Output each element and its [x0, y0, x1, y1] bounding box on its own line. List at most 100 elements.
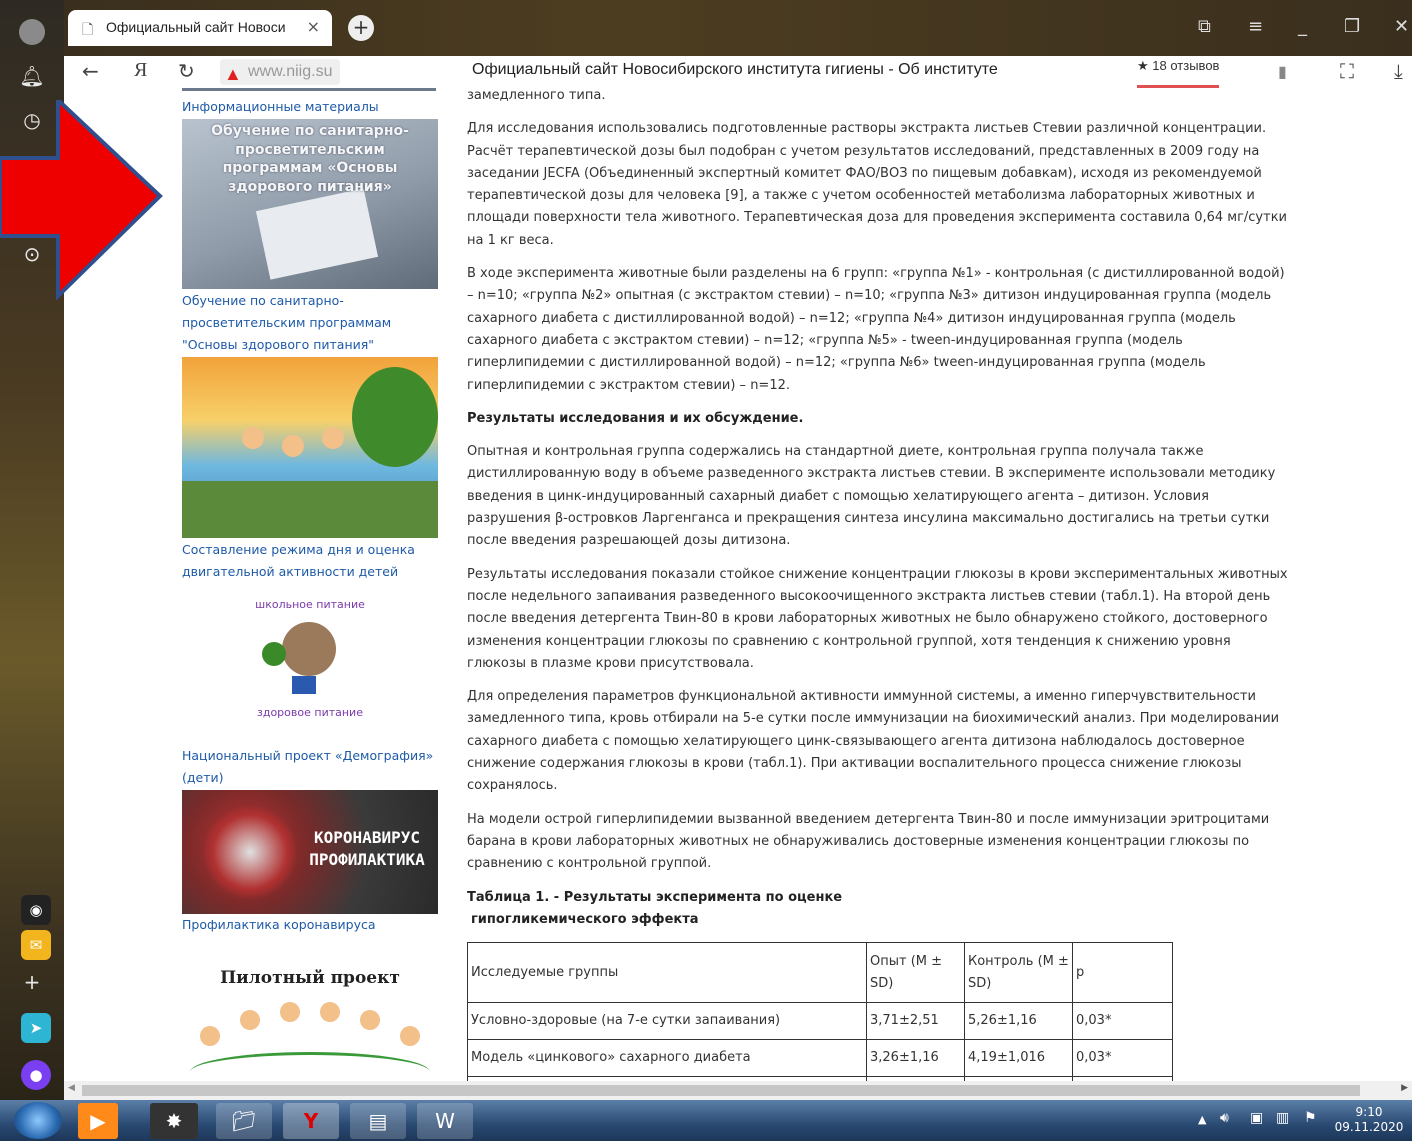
table-caption: Таблица 1. - Результаты эксперимента по …: [467, 887, 1293, 932]
profile-avatar-icon[interactable]: [16, 16, 48, 48]
table-cell: Модель «цинкового» сахарного диабета: [467, 1039, 867, 1078]
yandex-browser-icon[interactable]: Y: [283, 1103, 339, 1139]
back-arrow-icon[interactable]: ←: [82, 59, 99, 83]
demography-project-link[interactable]: Национальный проект «Демография» (дети): [182, 745, 438, 789]
word-app-icon[interactable]: W: [417, 1103, 473, 1139]
child-head: [282, 435, 304, 457]
tab-title: Официальный сайт Новоси: [106, 19, 286, 35]
windows-taskbar: ▶ ✸ 📁︎ Y ▤ W ▲ 🔊︎ ▣ ▥ ⚑ 9:10 09.11.2020: [0, 1100, 1412, 1141]
grass-shape: [182, 481, 438, 538]
kid-head: [240, 1010, 260, 1030]
kid-head: [320, 1002, 340, 1022]
notifications-bell-icon[interactable]: 🔔︎: [16, 60, 48, 92]
section-heading: Результаты исследования и их обсуждение.: [467, 410, 804, 426]
article-paragraph: Результаты исследования показали стойкое…: [467, 566, 1288, 671]
info-materials-link[interactable]: Информационные материалы: [182, 96, 379, 118]
article-paragraph: Опытная и контрольная группа содержались…: [467, 444, 1276, 549]
table-caption-line: гипогликемического эффекта: [471, 911, 699, 927]
table-cell: 0,03*: [1072, 1002, 1173, 1041]
child-head: [322, 427, 344, 449]
star-icon: ★: [1137, 58, 1149, 73]
kids-running-banner[interactable]: [182, 357, 438, 538]
logo-bottom-text: здоровое питание: [257, 706, 363, 719]
tablet-image: [255, 188, 379, 280]
start-button[interactable]: [14, 1102, 62, 1139]
restore-icon[interactable]: ❐: [1344, 16, 1360, 37]
downloads-icon[interactable]: ⤓: [1394, 59, 1403, 83]
table-header-cell: p: [1072, 942, 1173, 1004]
tray-app-icon[interactable]: ▣: [1250, 1110, 1263, 1126]
kid-head: [200, 1026, 220, 1046]
hedgehog-pants: [292, 676, 316, 694]
network-icon[interactable]: ▥: [1276, 1110, 1289, 1126]
clock[interactable]: 9:10 09.11.2020: [1334, 1105, 1404, 1135]
education-banner[interactable]: Обучение по санитарно-просветительским п…: [182, 119, 438, 289]
scrollbar-thumb[interactable]: [82, 1085, 1360, 1096]
active-tab[interactable]: 🗋 Официальный сайт Новоси ×: [68, 10, 332, 46]
horizontal-scrollbar[interactable]: ◀ ▶: [64, 1081, 1412, 1100]
article-paragraph: Для определения параметров функционально…: [467, 689, 1280, 794]
reader-mode-icon[interactable]: ⛶: [1340, 59, 1354, 83]
tree-shape: [352, 367, 438, 467]
school-nutrition-logo[interactable]: школьное питание здоровое питание: [240, 598, 380, 728]
alice-assistant-icon[interactable]: ●: [21, 1060, 51, 1090]
menu-icon[interactable]: ≡: [1248, 16, 1263, 37]
document-icon: 🗋: [82, 22, 94, 38]
results-table: Исследуемые группы Опыт (M ± SD) Контрол…: [467, 942, 1173, 1081]
table-caption-line: Таблица 1. - Результаты эксперимента по …: [467, 889, 843, 905]
prev-banner-edge: [182, 88, 436, 91]
tray-expand-icon[interactable]: ▲: [1198, 1113, 1206, 1126]
education-link[interactable]: Обучение по санитарно-просветительским п…: [182, 290, 438, 356]
virus-image: [202, 804, 298, 900]
scroll-right-icon[interactable]: ▶: [1401, 1083, 1408, 1093]
new-tab-button[interactable]: +: [348, 15, 374, 41]
pilot-project-title: Пилотный проект: [220, 968, 400, 988]
pilot-kids-image[interactable]: [190, 996, 430, 1081]
kid-head: [400, 1026, 420, 1046]
arc-shape: [190, 1052, 430, 1081]
close-tab-icon[interactable]: ×: [307, 17, 320, 36]
yandex-logo-icon[interactable]: Я: [134, 59, 147, 82]
clock-time: 9:10: [1355, 1105, 1383, 1119]
kid-head: [280, 1002, 300, 1022]
covid-text-1: КОРОНАВИРУС: [314, 828, 420, 847]
tabs-view-icon[interactable]: ⧉: [1198, 16, 1211, 37]
close-window-icon[interactable]: ✕: [1394, 16, 1409, 37]
table-cell: 3,71±2,51: [866, 1002, 965, 1041]
url-field[interactable]: ▲ www.niig.su: [220, 59, 341, 85]
table-header-row: Исследуемые группы Опыт (M ± SD) Контрол…: [467, 942, 1173, 1004]
covid-text-2: ПРОФИЛАКТИКА: [309, 850, 425, 869]
arrow-shape: [0, 100, 163, 300]
article-paragraph: В ходе эксперимента животные были раздел…: [467, 266, 1285, 393]
camera-app-icon[interactable]: ◉: [21, 895, 51, 925]
file-explorer-icon[interactable]: 📁︎: [216, 1103, 272, 1139]
page-title: Официальный сайт Новосибирского институт…: [472, 61, 998, 78]
add-app-icon[interactable]: +: [16, 966, 48, 998]
browser-titlebar: 🗋 Официальный сайт Новоси × + ⧉ ≡ _ ❐ ✕: [64, 0, 1412, 56]
app-icon[interactable]: ✸: [150, 1103, 198, 1139]
presentation-app-icon[interactable]: ▤: [350, 1103, 406, 1139]
reload-icon[interactable]: ↻: [178, 59, 195, 83]
url-text: www.niig.su: [248, 63, 333, 80]
table-row: Условно-здоровые (на 7-е сутки запаивани…: [467, 1002, 1173, 1041]
table-header-cell: Опыт (M ± SD): [866, 942, 965, 1004]
scroll-left-icon[interactable]: ◀: [68, 1083, 75, 1093]
coronavirus-prevention-link[interactable]: Профилактика коронавируса: [182, 914, 438, 936]
reviews-button[interactable]: ★ 18 отзывов: [1137, 56, 1220, 88]
kid-head: [360, 1010, 380, 1030]
red-arrow-annotation: [0, 100, 163, 300]
education-banner-title: Обучение по санитарно-просветительским п…: [211, 123, 409, 195]
messenger-app-icon[interactable]: ➤: [21, 1013, 51, 1043]
hedgehog-body: [282, 622, 336, 676]
minimize-icon[interactable]: _: [1298, 16, 1307, 37]
action-center-flag-icon[interactable]: ⚑: [1304, 1110, 1317, 1126]
table-cell: 3,26±1,16: [866, 1039, 965, 1078]
mail-app-icon[interactable]: ✉: [21, 930, 51, 960]
media-player-icon[interactable]: ▶: [78, 1103, 118, 1139]
coronavirus-banner[interactable]: КОРОНАВИРУС ПРОФИЛАКТИКА: [182, 790, 438, 914]
table-cell: 0,03*: [1072, 1039, 1173, 1078]
child-head: [242, 427, 264, 449]
volume-icon[interactable]: 🔊︎: [1220, 1110, 1229, 1126]
daily-routine-link[interactable]: Составление режима дня и оценка двигател…: [182, 539, 438, 583]
bookmark-icon[interactable]: ▮: [1278, 62, 1287, 81]
